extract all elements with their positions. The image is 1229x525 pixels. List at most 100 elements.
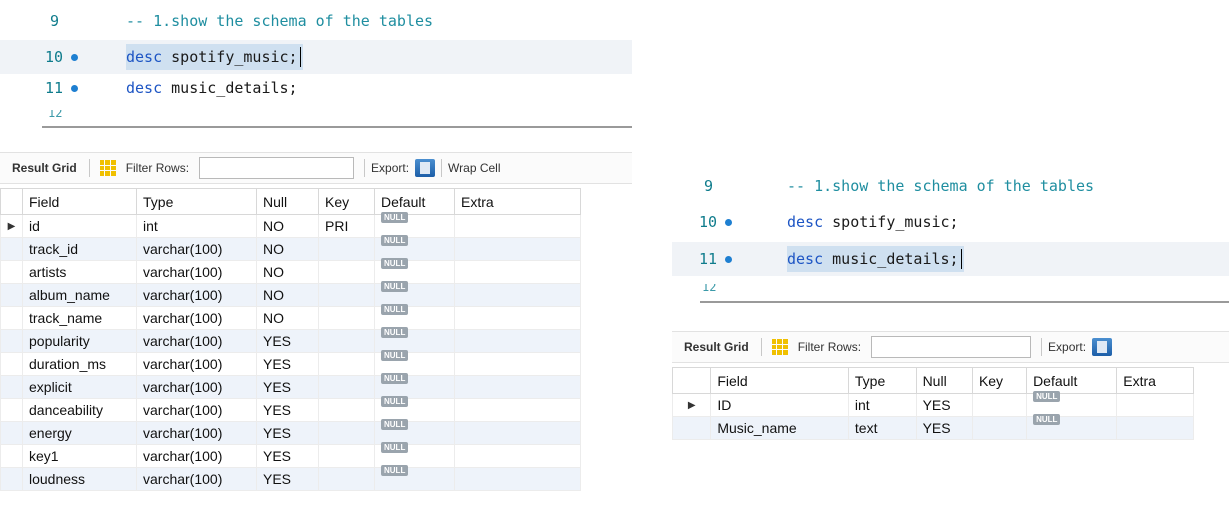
cell-type[interactable]: varchar(100) bbox=[136, 306, 257, 330]
cell-null[interactable]: NO bbox=[256, 237, 319, 261]
cell-null[interactable]: YES bbox=[256, 329, 319, 353]
cell-key[interactable] bbox=[318, 444, 375, 468]
cell-null[interactable]: YES bbox=[256, 398, 319, 422]
table-row[interactable]: key1 varchar(100) YES NULL bbox=[0, 442, 581, 468]
cell-field[interactable]: id bbox=[22, 214, 137, 238]
row-pointer-icon[interactable] bbox=[0, 375, 23, 399]
table-row[interactable]: artists varchar(100) NO NULL bbox=[0, 258, 581, 284]
cell-type[interactable]: varchar(100) bbox=[136, 398, 257, 422]
cell-key[interactable] bbox=[318, 375, 375, 399]
cell-default[interactable]: NULL bbox=[374, 465, 455, 491]
cell-key[interactable]: PRI bbox=[318, 214, 375, 238]
cell-field[interactable]: energy bbox=[22, 421, 137, 445]
table-row[interactable]: track_id varchar(100) NO NULL bbox=[0, 235, 581, 261]
cell-extra[interactable] bbox=[454, 398, 581, 422]
row-pointer-icon[interactable] bbox=[0, 306, 23, 330]
table-row[interactable]: energy varchar(100) YES NULL bbox=[0, 419, 581, 445]
cell-extra[interactable] bbox=[454, 444, 581, 468]
cell-key[interactable] bbox=[318, 237, 375, 261]
row-pointer-icon[interactable]: ▶ bbox=[672, 393, 712, 417]
cell-extra[interactable] bbox=[454, 260, 581, 284]
code-line-11[interactable]: 11 desc music_details; bbox=[0, 71, 632, 105]
grid-view-icon[interactable] bbox=[771, 339, 788, 355]
row-pointer-icon[interactable] bbox=[0, 283, 23, 307]
cell-field[interactable]: ID bbox=[710, 393, 849, 417]
result-grid-table[interactable]: Field Type Null Key Default Extra ▶ ID int YES NU… bbox=[672, 367, 1194, 440]
cell-null[interactable]: YES bbox=[256, 467, 319, 491]
cell-type[interactable]: varchar(100) bbox=[136, 237, 257, 261]
code-line-9[interactable]: 9 -- 1.show the schema of the tables bbox=[0, 4, 632, 38]
column-header-null[interactable]: Null bbox=[915, 367, 973, 394]
row-pointer-icon[interactable] bbox=[0, 467, 23, 491]
cell-type[interactable]: int bbox=[136, 214, 257, 238]
cell-extra[interactable] bbox=[454, 283, 581, 307]
cell-null[interactable]: YES bbox=[915, 393, 973, 417]
cell-field[interactable]: explicit bbox=[22, 375, 137, 399]
cell-field[interactable]: album_name bbox=[22, 283, 137, 307]
row-pointer-icon[interactable] bbox=[0, 398, 23, 422]
cell-key[interactable] bbox=[318, 329, 375, 353]
code-line-10[interactable]: 10 desc spotify_music; bbox=[0, 40, 632, 74]
cell-extra[interactable] bbox=[454, 421, 581, 445]
column-header-type[interactable]: Type bbox=[136, 188, 257, 215]
table-row[interactable]: explicit varchar(100) YES NULL bbox=[0, 373, 581, 399]
cell-key[interactable] bbox=[318, 398, 375, 422]
grid-view-icon[interactable] bbox=[99, 160, 116, 176]
cell-type[interactable]: varchar(100) bbox=[136, 283, 257, 307]
cell-type[interactable]: text bbox=[847, 416, 917, 440]
cell-type[interactable]: varchar(100) bbox=[136, 421, 257, 445]
cell-key[interactable] bbox=[318, 467, 375, 491]
column-header-default[interactable]: Default bbox=[374, 188, 455, 215]
row-pointer-icon[interactable] bbox=[672, 416, 712, 440]
result-grid-tab[interactable]: Result Grid bbox=[0, 161, 83, 175]
code-line-11[interactable]: 11 desc music_details; bbox=[672, 242, 1229, 276]
cell-key[interactable] bbox=[971, 416, 1028, 440]
column-header-extra[interactable]: Extra bbox=[454, 188, 581, 215]
cell-type[interactable]: varchar(100) bbox=[136, 260, 257, 284]
column-header-default[interactable]: Default bbox=[1026, 367, 1118, 394]
editor-results-splitter[interactable] bbox=[700, 301, 1229, 303]
cell-null[interactable]: NO bbox=[256, 283, 319, 307]
cell-extra[interactable] bbox=[454, 467, 581, 491]
cell-extra[interactable] bbox=[454, 306, 581, 330]
code-line-9[interactable]: 9 -- 1.show the schema of the tables bbox=[672, 169, 1229, 203]
cell-extra[interactable] bbox=[1116, 416, 1194, 440]
cell-type[interactable]: varchar(100) bbox=[136, 329, 257, 353]
cell-field[interactable]: Music_name bbox=[710, 416, 849, 440]
column-header-type[interactable]: Type bbox=[847, 367, 917, 394]
cell-key[interactable] bbox=[318, 260, 375, 284]
cell-field[interactable]: danceability bbox=[22, 398, 137, 422]
editor-results-splitter[interactable] bbox=[42, 126, 632, 128]
code-line-10[interactable]: 10 desc spotify_music; bbox=[672, 205, 1229, 239]
cell-type[interactable]: varchar(100) bbox=[136, 352, 257, 376]
cell-field[interactable]: loudness bbox=[22, 467, 137, 491]
cell-type[interactable]: varchar(100) bbox=[136, 444, 257, 468]
cell-type[interactable]: varchar(100) bbox=[136, 467, 257, 491]
row-pointer-icon[interactable] bbox=[0, 237, 23, 261]
row-pointer-icon[interactable] bbox=[0, 329, 23, 353]
cell-field[interactable]: key1 bbox=[22, 444, 137, 468]
filter-rows-input[interactable] bbox=[199, 157, 355, 179]
cell-extra[interactable] bbox=[454, 214, 581, 238]
wrap-cell-label[interactable]: Wrap Cell bbox=[448, 161, 500, 175]
column-header-key[interactable]: Key bbox=[971, 367, 1028, 394]
cell-key[interactable] bbox=[318, 283, 375, 307]
cell-null[interactable]: YES bbox=[915, 416, 973, 440]
row-pointer-icon[interactable] bbox=[0, 421, 23, 445]
row-pointer-icon[interactable]: ▶ bbox=[0, 214, 23, 238]
column-header-field[interactable]: Field bbox=[710, 367, 849, 394]
cell-extra[interactable] bbox=[454, 237, 581, 261]
cell-extra[interactable] bbox=[1116, 393, 1194, 417]
cell-default[interactable]: NULL bbox=[1026, 414, 1118, 440]
result-grid-table[interactable]: Field Type Null Key Default Extra ▶ id int NO PRI… bbox=[0, 188, 581, 491]
cell-null[interactable]: NO bbox=[256, 260, 319, 284]
export-icon[interactable] bbox=[415, 159, 436, 177]
cell-field[interactable]: track_id bbox=[22, 237, 137, 261]
column-header-extra[interactable]: Extra bbox=[1116, 367, 1194, 394]
table-row[interactable]: track_name varchar(100) NO NULL bbox=[0, 304, 581, 330]
cell-extra[interactable] bbox=[454, 329, 581, 353]
column-header-key[interactable]: Key bbox=[318, 188, 375, 215]
cell-null[interactable]: YES bbox=[256, 421, 319, 445]
cell-key[interactable] bbox=[318, 306, 375, 330]
column-header-null[interactable]: Null bbox=[256, 188, 319, 215]
